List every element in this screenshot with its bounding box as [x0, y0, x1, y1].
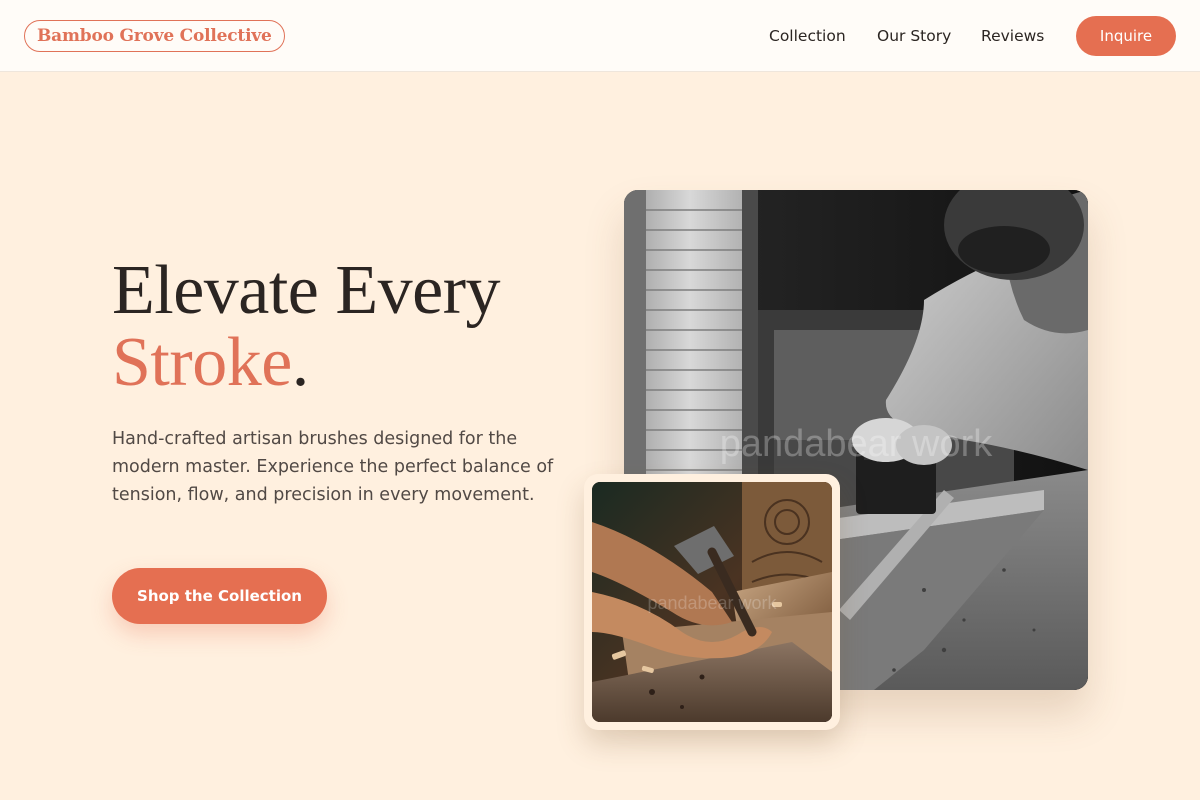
secondary-image: pandabear work: [592, 482, 832, 722]
nav-link-collection[interactable]: Collection: [769, 26, 846, 46]
hero-description: Hand-crafted artisan brushes designed fo…: [112, 429, 554, 505]
secondary-image-frame: pandabear work: [584, 474, 840, 730]
inquire-button[interactable]: Inquire: [1076, 16, 1176, 56]
hero-title-accent: Stroke: [112, 324, 292, 401]
shop-collection-button[interactable]: Shop the Collection: [112, 568, 327, 624]
hero-title: Elevate Every Stroke.: [112, 252, 501, 401]
brand-logo[interactable]: Bamboo Grove Collective: [24, 20, 285, 52]
hero-title-period: .: [291, 324, 310, 401]
watermark-text-small: pandabear work: [647, 593, 777, 613]
hero-title-line1: Elevate Every: [112, 252, 501, 329]
nav-link-reviews[interactable]: Reviews: [981, 26, 1044, 46]
site-header: Bamboo Grove Collective Collection Our S…: [0, 0, 1200, 72]
wood-carving-photo: pandabear work: [592, 482, 832, 722]
watermark-text: pandabear work: [720, 423, 994, 465]
nav-link-our-story[interactable]: Our Story: [877, 26, 951, 46]
